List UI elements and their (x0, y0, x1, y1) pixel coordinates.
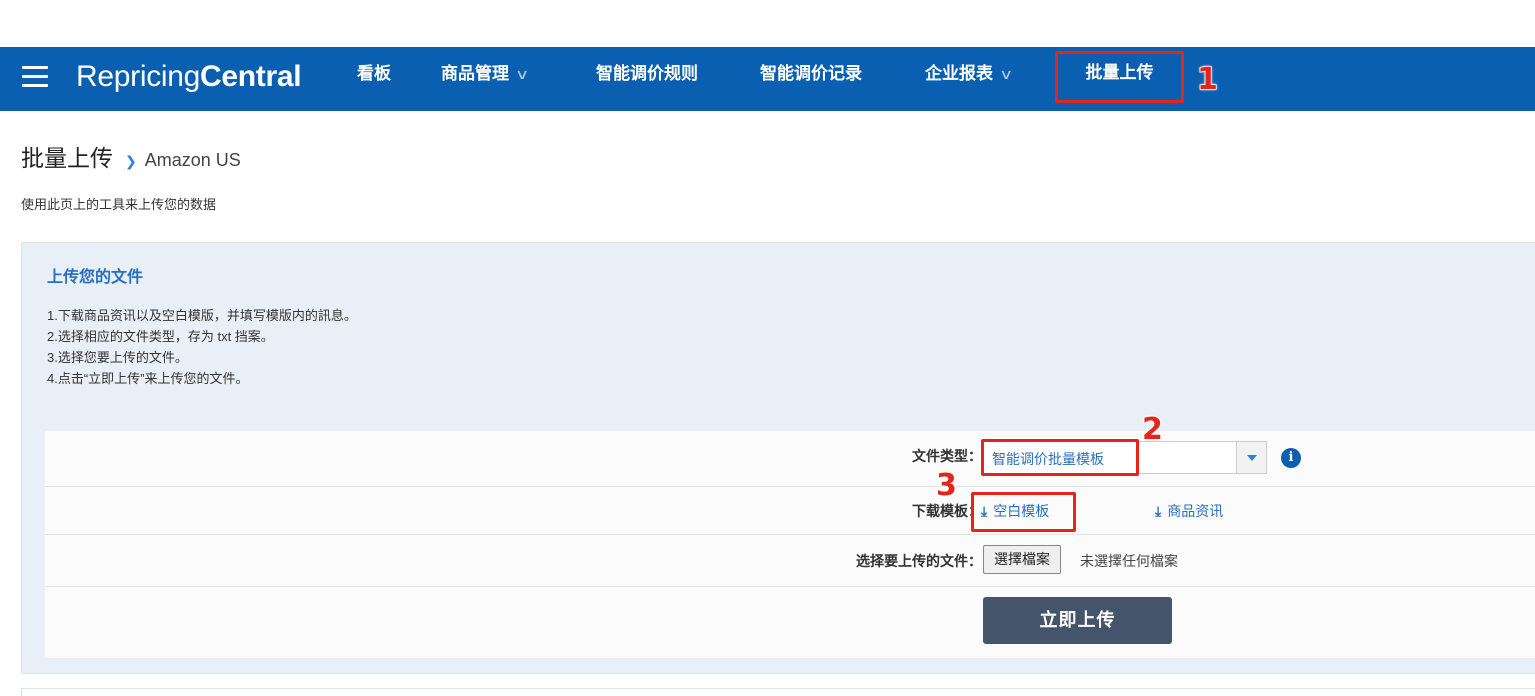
upload-panel-title: 上传您的文件 (47, 269, 144, 286)
instruction-step: 2.选择相应的文件类型，存为 txt 挡案。 (47, 329, 274, 344)
chevron-down-icon: ∨ (514, 66, 530, 82)
download-template-label: 下载模板： (912, 503, 982, 519)
info-icon[interactable]: i (1281, 448, 1301, 468)
annotation-marker-2: 2 (1141, 412, 1163, 447)
nav-item-label: 看板 (357, 64, 391, 83)
upload-now-button[interactable]: 立即上传 (983, 597, 1172, 644)
download-blank-template-link[interactable]: ⤓ 空白模板 (981, 501, 1049, 521)
chevron-right-icon: ❯ (125, 153, 137, 169)
breadcrumb: 批量上传 ❯ Amazon US (21, 139, 241, 173)
upload-form: 文件类型： 智能调价批量模板 i 下载模板： ⤓ 空白模板 ⤓ 商品资讯 选择要… (45, 431, 1535, 658)
nav-item-bulk-upload[interactable]: 批量上传 (1055, 51, 1184, 103)
nav-item-product-management[interactable]: 商品管理 ∨ (441, 47, 530, 111)
chevron-down-icon: ∨ (998, 66, 1014, 82)
instruction-step: 4.点击“立即上传”来上传您的文件。 (47, 371, 249, 386)
download-product-info-label: 商品资讯 (1167, 503, 1224, 519)
dropdown-arrow-icon[interactable] (1236, 442, 1266, 473)
nav-item-label: 智能调价规则 (596, 64, 698, 83)
no-file-selected-text: 未選擇任何檔案 (1080, 553, 1178, 569)
upload-panel: 上传您的文件 1.下载商品资讯以及空白模版，并填写模版内的訊息。 2.选择相应的… (21, 242, 1535, 674)
nav-item-repricing-rules[interactable]: 智能调价规则 (596, 47, 698, 111)
nav-item-label: 智能调价记录 (760, 64, 862, 83)
choose-file-row: 选择要上传的文件： 選擇檔案 未選擇任何檔案 (45, 535, 1535, 587)
nav-item-reports[interactable]: 企业报表 ∨ (925, 47, 1014, 111)
page-description: 使用此页上的工具来上传您的数据 (21, 197, 217, 212)
nav-item-label: 批量上传 (1085, 63, 1154, 82)
upload-button-row: 立即上传 (45, 587, 1535, 658)
choose-file-label: 选择要上传的文件： (856, 553, 982, 569)
top-navbar: RepricingCentral 看板 商品管理 ∨ 智能调价规则 智能调价记录 … (0, 47, 1535, 111)
file-type-select[interactable]: 智能调价批量模板 (983, 441, 1267, 474)
logo-text-repricing: Repricing (76, 60, 201, 93)
download-product-info-link[interactable]: ⤓ 商品资讯 (1155, 501, 1223, 521)
logo-text-central: Central (200, 60, 302, 93)
file-type-row: 文件类型： 智能调价批量模板 i (45, 431, 1535, 487)
page: RepricingCentral 看板 商品管理 ∨ 智能调价规则 智能调价记录 … (0, 0, 1535, 696)
nav-item-dashboard[interactable]: 看板 (357, 47, 391, 111)
nav-item-repricing-records[interactable]: 智能调价记录 (760, 47, 862, 111)
instruction-step: 1.下载商品资讯以及空白模版，并填写模版内的訊息。 (47, 308, 357, 323)
nav-item-label: 企业报表 (925, 64, 993, 83)
nav-item-label: 商品管理 (441, 64, 509, 83)
file-type-label: 文件类型： (912, 448, 982, 464)
annotation-marker-3: 3 (935, 468, 957, 503)
hamburger-menu-icon[interactable] (22, 66, 48, 88)
app-logo[interactable]: RepricingCentral (76, 57, 302, 97)
file-type-selected-value: 智能调价批量模板 (992, 451, 1104, 467)
next-panel (21, 688, 1535, 696)
page-title: 批量上传 (21, 145, 113, 171)
download-template-row: 下载模板： ⤓ 空白模板 ⤓ 商品资讯 (45, 487, 1535, 535)
annotation-marker-1: 1 (1196, 62, 1218, 97)
upload-instructions: 1.下载商品资讯以及空白模版，并填写模版内的訊息。 2.选择相应的文件类型，存为… (47, 305, 357, 389)
download-blank-template-label: 空白模板 (993, 503, 1050, 519)
choose-file-button[interactable]: 選擇檔案 (983, 545, 1061, 574)
download-icon: ⤓ (1155, 503, 1162, 519)
breadcrumb-marketplace: Amazon US (144, 150, 241, 170)
instruction-step: 3.选择您要上传的文件。 (47, 350, 188, 365)
download-icon: ⤓ (981, 503, 988, 519)
